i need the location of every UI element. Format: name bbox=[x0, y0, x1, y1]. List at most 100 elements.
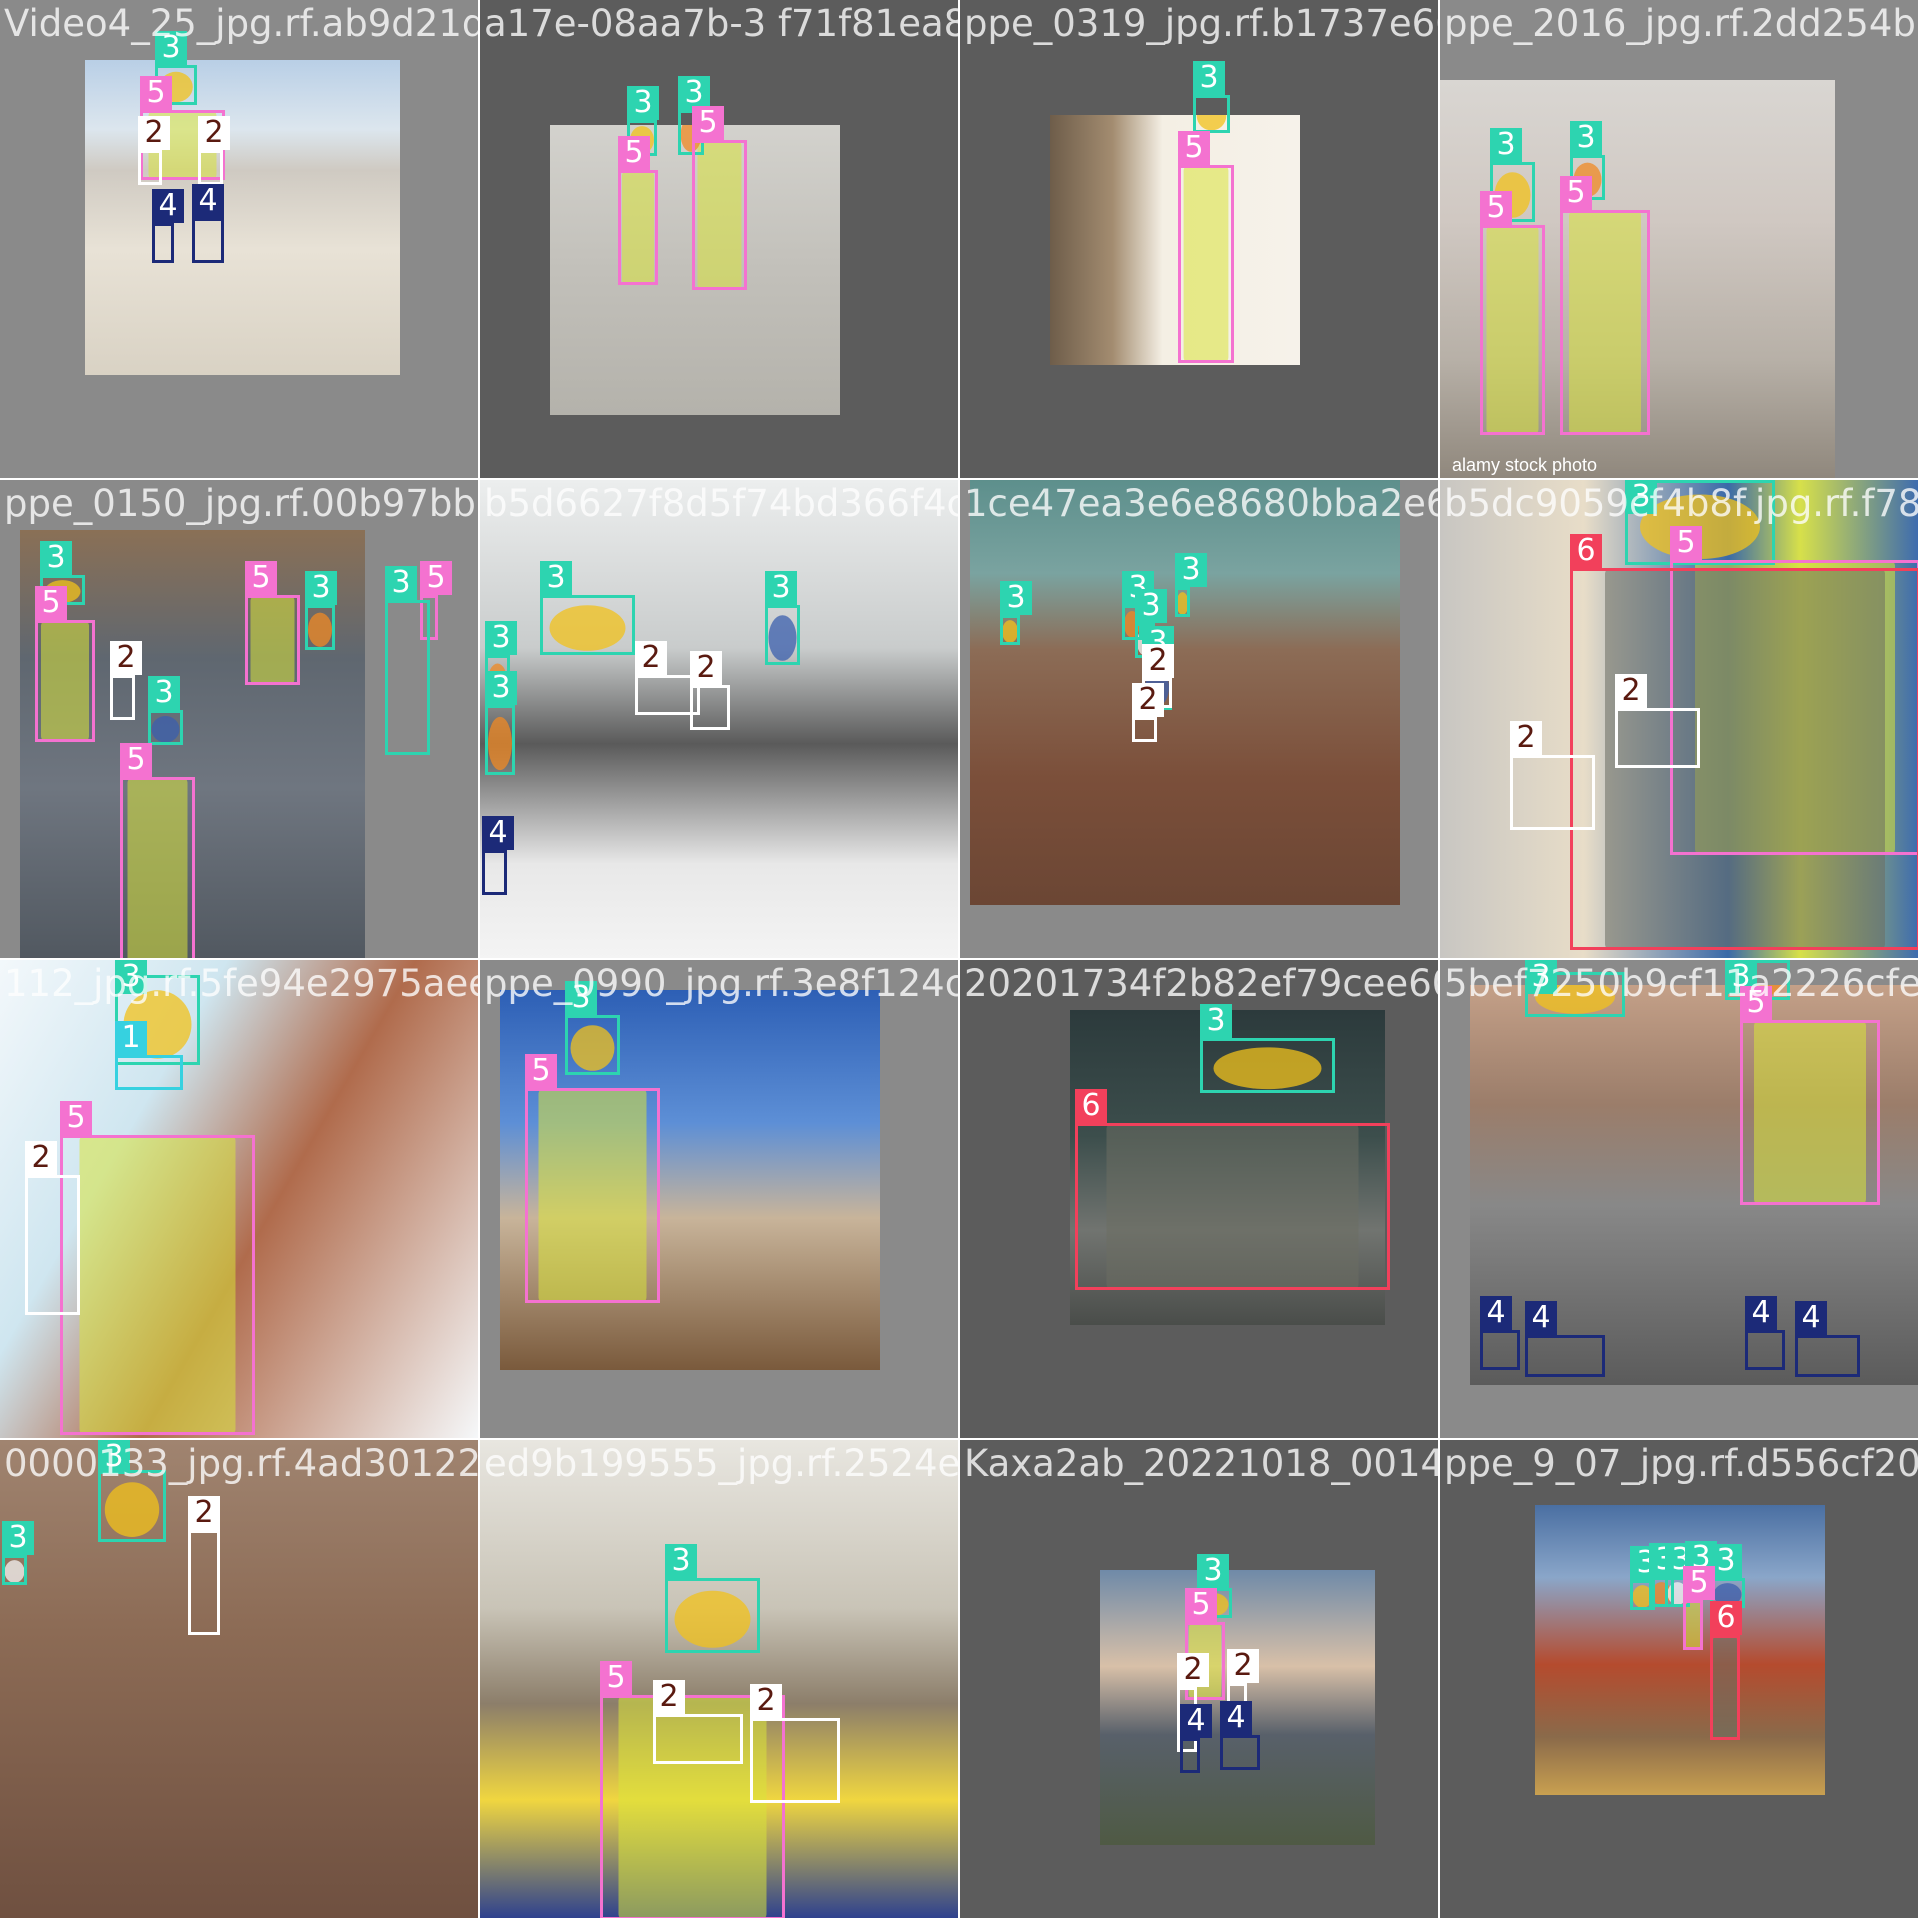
class-label: 3 bbox=[765, 571, 797, 605]
class-label: 5 bbox=[525, 1054, 557, 1088]
mosaic-tile: 3522ed9b199555_jpg.rf.2524e5f5 bbox=[480, 1440, 960, 1920]
class-label: 5 bbox=[1670, 526, 1702, 560]
class-label: 3 bbox=[1570, 121, 1602, 155]
bounding-box-class-5 bbox=[692, 140, 747, 290]
bounding-box-class-2 bbox=[1615, 708, 1700, 768]
class-label: 3 bbox=[627, 86, 659, 120]
bounding-box-class-4 bbox=[192, 218, 224, 263]
class-label: 6 bbox=[1710, 1601, 1742, 1635]
bounding-box-class-3 bbox=[665, 1578, 760, 1653]
bounding-box-class-2 bbox=[690, 685, 730, 730]
image-filename: a17e-08aa7b-3 f71f81ea82 bbox=[484, 2, 960, 45]
bounding-box-class-1 bbox=[115, 1055, 183, 1090]
mosaic-tile: 3 5 2 3 5 3 5 5 3 ppe_0150_jpg.rf.00b97bb72 bbox=[0, 480, 480, 960]
mosaic-tile: alamy stock photo 3 3 5 5 ppe_2016_jpg.rf.2dd… bbox=[1440, 0, 1920, 480]
class-label: 3 bbox=[485, 621, 517, 655]
class-label: 6 bbox=[1570, 534, 1602, 568]
image-filename: Kaxa2ab_20221018_0014 bbox=[964, 1442, 1440, 1485]
class-label: 3 bbox=[1193, 61, 1225, 95]
class-label: 2 bbox=[1615, 674, 1647, 708]
mosaic-tile: 3 5 ppe_0319_jpg.rf.b1737e668 bbox=[960, 0, 1440, 480]
class-label: 5 bbox=[1185, 1588, 1217, 1622]
bounding-box-class-4 bbox=[1180, 1738, 1200, 1773]
image-filename: b5dc9059cf4b8f.jpg.rf.f78b bbox=[1444, 482, 1920, 525]
bounding-box-class-4 bbox=[1795, 1335, 1860, 1377]
scene-photo bbox=[0, 1440, 480, 1920]
class-label: 3 bbox=[385, 566, 417, 600]
class-label: 3 bbox=[540, 561, 572, 595]
bounding-box-class-3 bbox=[2, 1555, 27, 1585]
annotated-image-mosaic: 3 5 2 2 4 4 Video4_25_jpg.rf.ab9d21d8f 3 3 5 5 a17e… bbox=[0, 0, 1920, 1920]
class-label: 3 bbox=[1000, 581, 1032, 615]
scene-photo bbox=[1050, 115, 1300, 365]
class-label: 5 bbox=[600, 1661, 632, 1695]
bounding-box-class-2 bbox=[138, 150, 162, 185]
mosaic-tile: 3 5 ppe_0990_jpg.rf.3e8f124cd2 bbox=[480, 960, 960, 1440]
worker-silhouettes bbox=[1002, 592, 1189, 707]
image-filename: 112_jpg.rf.5fe94e2975aee5 bbox=[4, 962, 480, 1005]
class-label: 2 bbox=[690, 651, 722, 685]
class-label: 5 bbox=[618, 136, 650, 170]
class-label: 5 bbox=[120, 743, 152, 777]
class-label: 5 bbox=[420, 561, 452, 595]
mosaic-tile: 3 2 3 0000133_jpg.rf.4ad3012268 bbox=[0, 1440, 480, 1920]
class-label: 5 bbox=[60, 1101, 92, 1135]
bounding-box-class-5 bbox=[525, 1088, 660, 1303]
class-label: 2 bbox=[110, 641, 142, 675]
bounding-box-class-3 bbox=[1200, 1038, 1335, 1093]
bounding-box-class-5 bbox=[1178, 165, 1234, 363]
bounding-box-class-4 bbox=[1745, 1330, 1785, 1370]
mosaic-tile: 3 5 6 2 2 b5dc9059cf4b8f.jpg.rf.f78b bbox=[1440, 480, 1920, 960]
class-label: 3 bbox=[1135, 589, 1167, 623]
bounding-box-class-3 bbox=[305, 605, 335, 650]
bounding-box-class-6 bbox=[1710, 1635, 1740, 1740]
bounding-box-class-5 bbox=[245, 595, 300, 685]
class-label: 2 bbox=[25, 1141, 57, 1175]
class-label: 5 bbox=[140, 76, 172, 110]
bounding-box-class-2 bbox=[1132, 717, 1157, 742]
bounding-box-class-4 bbox=[152, 223, 174, 263]
image-filename: b5d6627f8d5f74bd366f4c9f2 bbox=[484, 482, 960, 525]
bounding-box-class-3 bbox=[565, 1015, 620, 1075]
image-filename: 0000133_jpg.rf.4ad3012268 bbox=[4, 1442, 480, 1485]
bounding-box-class-4 bbox=[1480, 1330, 1520, 1370]
class-label: 4 bbox=[1525, 1301, 1557, 1335]
class-label: 5 bbox=[1683, 1566, 1715, 1600]
class-label: 3 bbox=[1197, 1554, 1229, 1588]
class-label: 5 bbox=[692, 106, 724, 140]
class-label: 4 bbox=[1220, 1701, 1252, 1735]
bounding-box-class-3 bbox=[148, 710, 183, 745]
bounding-box-class-5 bbox=[60, 1135, 255, 1435]
mosaic-tile: 3 5 2 2 4 4 Video4_25_jpg.rf.ab9d21d8f bbox=[0, 0, 480, 480]
class-label: 3 bbox=[148, 676, 180, 710]
mosaic-tile: 3 3 5 4 4 4 4 5bef7250b9cf11a2226cfe bbox=[1440, 960, 1920, 1440]
bounding-box-class-5 bbox=[1480, 225, 1545, 435]
bounding-box-class-6 bbox=[1075, 1123, 1390, 1290]
class-label: 4 bbox=[152, 189, 184, 223]
image-filename: ppe_9_07_jpg.rf.d556cf20fe bbox=[1444, 1442, 1920, 1485]
class-label: 3 bbox=[305, 571, 337, 605]
class-label: 2 bbox=[1227, 1649, 1259, 1683]
bounding-box-class-2 bbox=[653, 1714, 743, 1764]
image-filename: 5bef7250b9cf11a2226cfe bbox=[1444, 962, 1920, 1005]
mosaic-tile: 3323234b5d6627f8d5f74bd366f4c9f2 bbox=[480, 480, 960, 960]
class-label: 3 bbox=[485, 671, 517, 705]
class-label: 5 bbox=[1178, 131, 1210, 165]
bounding-box-class-2 bbox=[110, 675, 135, 720]
class-label: 2 bbox=[653, 1680, 685, 1714]
image-filename: ppe_2016_jpg.rf.2dd254bb3 bbox=[1444, 2, 1920, 45]
mosaic-tile: 3 5 2 2 4 4 Kaxa2ab_20221018_0014 bbox=[960, 1440, 1440, 1920]
class-label: 4 bbox=[1745, 1296, 1777, 1330]
bounding-box-class-5 bbox=[1560, 210, 1650, 435]
class-label: 4 bbox=[1480, 1296, 1512, 1330]
bounding-box-class-3 bbox=[385, 600, 430, 755]
bounding-box-class-2 bbox=[198, 150, 223, 185]
class-label: 2 bbox=[1132, 683, 1164, 717]
class-label: 2 bbox=[1177, 1653, 1209, 1687]
class-label: 1 bbox=[115, 1021, 147, 1055]
bounding-box-class-5 bbox=[1683, 1600, 1703, 1650]
class-label: 3 bbox=[665, 1544, 697, 1578]
class-label: 5 bbox=[245, 561, 277, 595]
image-filename: ppe_0319_jpg.rf.b1737e668 bbox=[964, 2, 1440, 45]
bounding-box-class-4 bbox=[1220, 1735, 1260, 1770]
